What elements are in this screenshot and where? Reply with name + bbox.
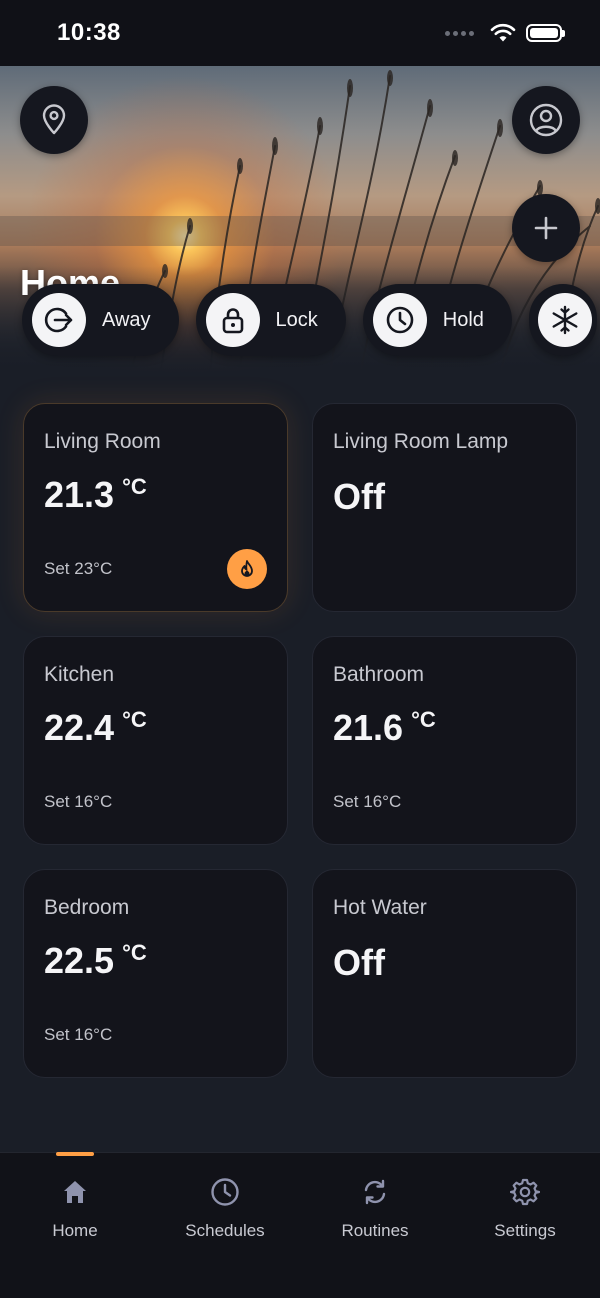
mode-chips: Away Lock Hold xyxy=(22,284,597,356)
clock-icon xyxy=(386,306,414,334)
nav-routines[interactable]: Routines xyxy=(300,1153,450,1298)
device-temperature: 21.6 °C xyxy=(333,707,556,749)
nav-settings[interactable]: Settings xyxy=(450,1153,600,1298)
device-card-kitchen[interactable]: Kitchen 22.4 °C Set 16°C xyxy=(23,636,288,845)
gear-icon xyxy=(510,1178,540,1206)
setpoint-label: Set 16°C xyxy=(44,792,113,811)
device-name: Kitchen xyxy=(44,663,115,686)
nav-active-indicator xyxy=(56,1152,94,1156)
device-temperature: 22.4 °C xyxy=(44,707,267,749)
mode-away-label: Away xyxy=(102,308,151,331)
setpoint-label: Set 16°C xyxy=(44,1025,113,1044)
temperature-unit: °C xyxy=(122,474,147,499)
mode-lock-button[interactable]: Lock xyxy=(195,284,346,356)
profile-button[interactable] xyxy=(512,86,580,154)
device-card-living-room[interactable]: Living Room 21.3 °C Set 23°C xyxy=(23,403,288,612)
away-exit-icon xyxy=(44,307,73,333)
temperature-unit: °C xyxy=(122,707,147,732)
device-name: Living Room Lamp xyxy=(333,430,509,453)
location-button[interactable] xyxy=(20,86,88,154)
battery-icon xyxy=(526,24,565,42)
device-grid: Living Room 21.3 °C Set 23°C Living Room… xyxy=(23,403,577,1078)
home-icon xyxy=(64,1181,86,1203)
clock-icon xyxy=(211,1178,239,1206)
status-bar: 10:38 xyxy=(0,0,600,66)
mode-away-button[interactable]: Away xyxy=(22,284,179,356)
lock-icon-wrap xyxy=(205,293,260,347)
plus-icon xyxy=(534,216,558,240)
location-pin-icon xyxy=(42,104,66,135)
temperature-value: 22.5 xyxy=(44,940,115,981)
device-card-bathroom[interactable]: Bathroom 21.6 °C Set 16°C xyxy=(312,636,577,845)
device-name: Bathroom xyxy=(333,663,425,686)
device-card-living-room-lamp[interactable]: Living Room Lamp Off xyxy=(312,403,577,612)
device-name: Living Room xyxy=(44,430,161,453)
frost-icon-wrap xyxy=(537,293,592,347)
device-name: Bedroom xyxy=(44,896,130,919)
device-card-hot-water[interactable]: Hot Water Off xyxy=(312,869,577,1078)
nav-schedules[interactable]: Schedules xyxy=(150,1153,300,1298)
mode-hold-button[interactable]: Hold xyxy=(362,284,512,356)
nav-home[interactable]: Home xyxy=(0,1152,150,1298)
nav-schedules-label: Schedules xyxy=(185,1221,265,1240)
mode-hold-label: Hold xyxy=(442,308,484,331)
heating-badge xyxy=(227,549,267,589)
lock-icon xyxy=(222,308,243,334)
nav-home-label: Home xyxy=(52,1221,98,1240)
snowflake-icon xyxy=(552,305,578,335)
temperature-value: 22.4 xyxy=(44,707,115,748)
nav-routines-label: Routines xyxy=(341,1221,409,1240)
add-button[interactable] xyxy=(512,194,580,262)
flame-icon xyxy=(241,560,253,577)
bottom-nav: Home Schedules Routines Settings xyxy=(0,1152,600,1298)
device-temperature: 22.5 °C xyxy=(44,940,267,982)
temperature-value: 21.3 xyxy=(44,474,115,515)
refresh-icon xyxy=(364,1179,386,1205)
device-name: Hot Water xyxy=(333,896,427,919)
signal-icon xyxy=(445,30,474,36)
temperature-unit: °C xyxy=(411,707,436,732)
setpoint-label: Set 16°C xyxy=(333,792,402,811)
hold-icon-wrap xyxy=(372,293,427,347)
mode-lock-label: Lock xyxy=(275,308,318,331)
wifi-icon xyxy=(490,23,516,42)
away-icon-wrap xyxy=(32,293,86,347)
nav-settings-label: Settings xyxy=(494,1221,556,1240)
device-temperature: 21.3 °C xyxy=(44,474,267,516)
status-time: 10:38 xyxy=(57,19,121,46)
temperature-value: 21.6 xyxy=(333,707,404,748)
device-card-bedroom[interactable]: Bedroom 22.5 °C Set 16°C xyxy=(23,869,288,1078)
setpoint-label: Set 23°C xyxy=(44,559,113,578)
user-profile-icon xyxy=(529,103,563,137)
temperature-unit: °C xyxy=(122,940,147,965)
status-icons xyxy=(445,23,565,43)
device-state: Off xyxy=(333,942,385,983)
device-state: Off xyxy=(333,476,385,517)
mode-frost-button[interactable] xyxy=(528,284,597,356)
